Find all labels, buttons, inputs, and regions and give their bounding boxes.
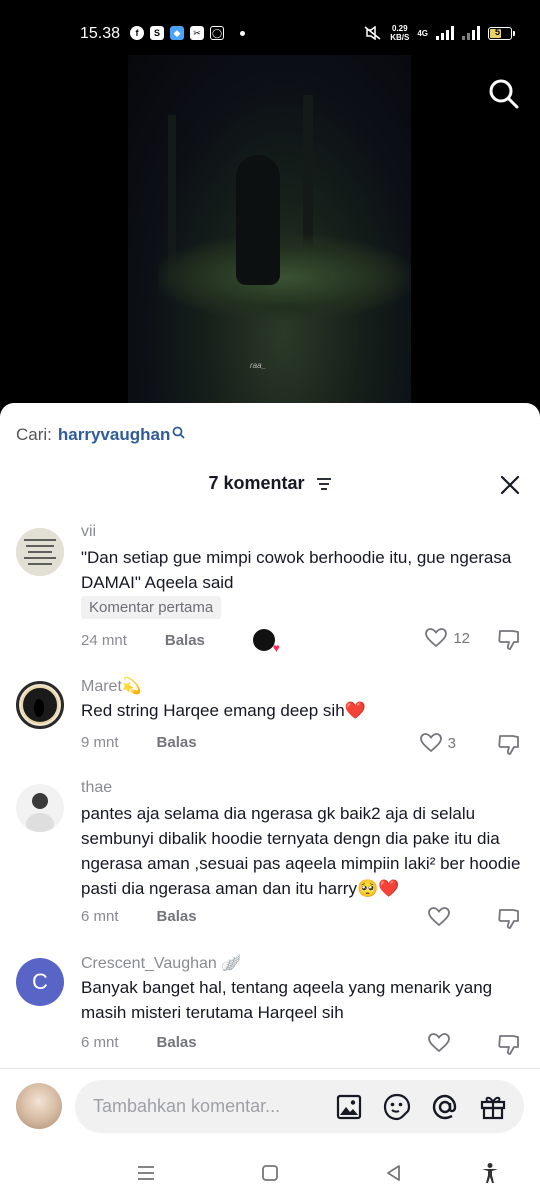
- comment-meta: 6 mnt Balas: [81, 1034, 197, 1051]
- image-icon[interactable]: [334, 1092, 364, 1122]
- dislike-icon[interactable]: [498, 1034, 522, 1056]
- status-app-icons: f S ◆ ✂ ◯: [130, 26, 245, 40]
- like-count: 3: [447, 734, 456, 752]
- video-hooded-figure: [236, 155, 280, 285]
- like-count: 12: [453, 629, 470, 647]
- battery-level: 57: [494, 26, 505, 37]
- capcut-icon: ✂: [190, 26, 204, 40]
- like-button[interactable]: [428, 907, 470, 927]
- avatar[interactable]: [16, 681, 64, 729]
- comment-text: Banyak banget hal, tentang aqeela yang m…: [81, 978, 493, 1022]
- blue-app-icon: ◆: [170, 26, 184, 40]
- comment-username[interactable]: vii: [81, 523, 96, 541]
- facebook-icon: f: [130, 26, 144, 40]
- comment-text: "Dan setiap gue mimpi cowok berhoodie it…: [81, 548, 512, 592]
- reply-button[interactable]: Balas: [165, 632, 205, 649]
- creator-liked-icon: [252, 629, 280, 655]
- comment-meta: 9 mnt Balas: [81, 734, 197, 751]
- related-search-term[interactable]: harryvaughan: [58, 425, 170, 445]
- network-speed: 0.29 KB/S: [390, 24, 409, 42]
- mute-vibrate-icon: [364, 26, 381, 40]
- like-button[interactable]: 12: [425, 628, 470, 648]
- avatar-letter: C: [32, 969, 48, 994]
- comment-meta: 24 mnt Balas: [81, 629, 280, 655]
- comment-text: pantes aja selama dia ngerasa gk baik2 a…: [81, 804, 521, 898]
- heart-icon: [425, 628, 448, 648]
- reply-button[interactable]: Balas: [157, 908, 197, 925]
- comment-input-placeholder: Tambahkan komentar...: [93, 1096, 281, 1116]
- video-watermark: raa_: [250, 361, 267, 370]
- related-search[interactable]: Cari: harryvaughan: [16, 425, 185, 445]
- close-icon[interactable]: [498, 473, 522, 497]
- avatar[interactable]: [16, 528, 64, 576]
- battery-icon: 57: [488, 26, 515, 40]
- sort-icon[interactable]: [316, 477, 332, 491]
- network-speed-unit: KB/S: [390, 33, 410, 42]
- back-icon[interactable]: [383, 1162, 405, 1184]
- reply-button[interactable]: Balas: [157, 734, 197, 751]
- reply-button[interactable]: Balas: [157, 1034, 197, 1051]
- status-indicators: 0.29 KB/S 4G 57: [364, 24, 515, 42]
- comments-header: 7 komentar: [0, 473, 540, 494]
- avatar[interactable]: [16, 784, 64, 832]
- heart-icon: [419, 733, 442, 753]
- my-avatar[interactable]: [16, 1083, 62, 1129]
- search-icon[interactable]: [486, 76, 520, 110]
- comment-time: 6 mnt: [81, 908, 119, 925]
- comment-time: 6 mnt: [81, 1034, 119, 1051]
- heart-icon: [428, 907, 450, 927]
- avatar-person: [16, 784, 64, 832]
- heart-icon: [428, 1033, 450, 1053]
- search-icon: [172, 426, 185, 439]
- instagram-icon: ◯: [210, 26, 224, 40]
- menu-icon[interactable]: [135, 1162, 157, 1184]
- status-time: 15.38: [80, 25, 121, 42]
- home-icon[interactable]: [259, 1162, 281, 1184]
- avatar[interactable]: C: [16, 958, 64, 1006]
- signal-icon-2: [462, 26, 480, 40]
- dislike-icon[interactable]: [498, 908, 522, 930]
- comments-count: 7 komentar: [208, 473, 305, 493]
- comment-time: 24 mnt: [81, 631, 127, 649]
- notification-dot: [240, 30, 245, 36]
- video-grass: [158, 235, 411, 320]
- emoji-sticker-icon[interactable]: [382, 1092, 412, 1122]
- avatar-text-image: [16, 528, 64, 576]
- dislike-icon[interactable]: [498, 629, 522, 651]
- comment-time: 9 mnt: [81, 734, 119, 751]
- composer-divider: [0, 1068, 540, 1069]
- comment-meta: 6 mnt Balas: [81, 908, 197, 925]
- system-nav-bar: [0, 1148, 540, 1199]
- accessibility-icon[interactable]: [479, 1162, 501, 1184]
- comment-sheet: Cari: harryvaughan 7 komentar vii "Dan s…: [0, 403, 540, 1199]
- gift-icon[interactable]: [478, 1092, 508, 1122]
- comment-text: Red string Harqee emang deep sih❤️: [81, 701, 366, 720]
- video-player[interactable]: raa_: [128, 55, 411, 405]
- comment-username[interactable]: thae: [81, 779, 112, 797]
- related-search-prefix: Cari:: [16, 425, 52, 444]
- network-type: 4G: [417, 28, 428, 38]
- avatar-silhouette: [21, 686, 59, 724]
- mention-icon[interactable]: [430, 1092, 460, 1122]
- comment-username[interactable]: Crescent_Vaughan 🪽: [81, 953, 241, 973]
- comment-username[interactable]: Maret💫: [81, 676, 142, 696]
- comment-input[interactable]: Tambahkan komentar...: [75, 1080, 524, 1133]
- like-button[interactable]: [428, 1033, 470, 1053]
- shopping-bag-icon: S: [150, 26, 164, 40]
- like-button[interactable]: 3: [419, 733, 470, 753]
- signal-icon: [436, 26, 454, 40]
- network-speed-value: 0.29: [391, 24, 408, 33]
- first-comment-badge: Komentar pertama: [81, 596, 222, 619]
- dislike-icon[interactable]: [498, 734, 522, 756]
